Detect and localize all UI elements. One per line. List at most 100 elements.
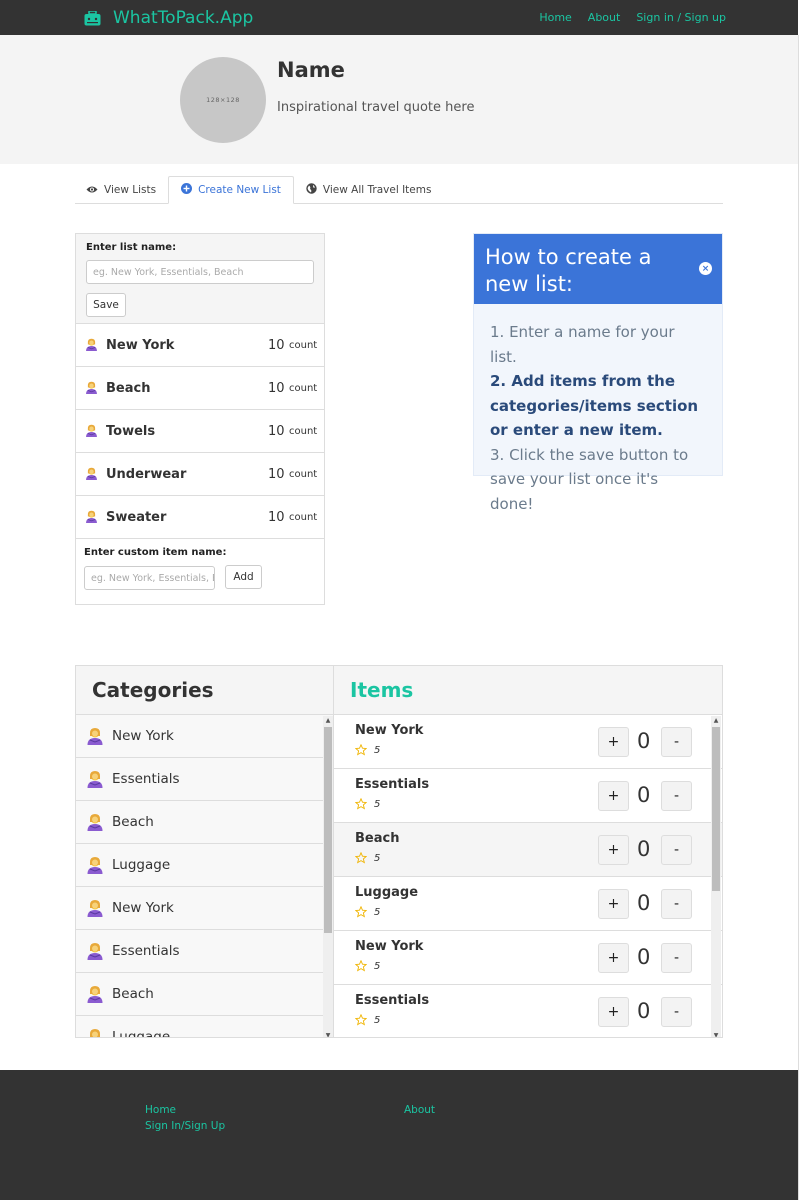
footer: Home Sign In/Sign Up About	[0, 1070, 798, 1200]
custom-item-form: Enter custom item name: eg. New York, Es…	[76, 539, 324, 603]
category-name: Beach	[112, 814, 154, 830]
item-name: Essentials	[355, 993, 430, 1008]
item-quantity: 0	[637, 999, 651, 1023]
item-name: Beach	[355, 831, 400, 846]
category-item[interactable]: Luggage	[76, 844, 333, 887]
increment-button[interactable]: +	[598, 889, 629, 919]
item-quantity: 0	[637, 729, 651, 753]
list-entry[interactable]: Beach 10 count	[76, 367, 324, 410]
item-name: Luggage	[355, 885, 419, 900]
footer-about-link[interactable]: About	[404, 1104, 435, 1116]
increment-button[interactable]: +	[598, 997, 629, 1027]
star-icon	[354, 905, 368, 918]
increment-button[interactable]: +	[598, 727, 629, 757]
decrement-button[interactable]: -	[661, 889, 692, 919]
custom-item-input[interactable]: eg. New York, Essentials, Beach	[84, 566, 215, 590]
decrement-button[interactable]: -	[661, 781, 692, 811]
help-body: 1. Enter a name for your list. 2. Add it…	[474, 304, 722, 516]
category-item[interactable]: Luggage	[76, 1016, 333, 1037]
list-name-form: Enter list name: eg. New York, Essential…	[76, 234, 324, 324]
decrement-button[interactable]: -	[661, 943, 692, 973]
categories-scrollbar[interactable]: ▲ ▼	[323, 716, 333, 1038]
item-row: Beach 5 + 0 -	[334, 823, 722, 877]
tab-view-lists[interactable]: View Lists	[75, 176, 168, 204]
close-icon[interactable]: ×	[699, 262, 712, 275]
increment-button[interactable]: +	[598, 835, 629, 865]
person-icon	[86, 1028, 104, 1037]
nav-home-link[interactable]: Home	[539, 11, 571, 24]
list-entry[interactable]: Towels 10 count	[76, 410, 324, 453]
tab-view-all-travel-items[interactable]: View All Travel Items	[294, 176, 444, 204]
scroll-thumb[interactable]	[712, 727, 720, 891]
item-quantity: 0	[637, 783, 651, 807]
list-entry-name: Towels	[106, 423, 156, 439]
category-name: New York	[112, 900, 174, 916]
person-icon	[85, 338, 98, 351]
star-icon	[354, 797, 368, 810]
scroll-down-icon[interactable]: ▼	[323, 1031, 333, 1038]
list-entry-unit: count	[289, 511, 318, 523]
category-item[interactable]: Beach	[76, 801, 333, 844]
footer-home-link[interactable]: Home	[145, 1104, 176, 1116]
list-entry-count: 10	[268, 337, 285, 353]
items-scrollbar[interactable]: ▲ ▼	[711, 716, 721, 1038]
save-button[interactable]: Save	[86, 293, 126, 317]
item-row: Essentials 5 + 0 -	[334, 985, 722, 1037]
profile-quote: Inspirational travel quote here	[277, 100, 475, 115]
category-item[interactable]: Essentials	[76, 758, 333, 801]
help-card: How to create a new list: × 1. Enter a n…	[473, 233, 723, 513]
star-icon	[354, 1013, 368, 1026]
person-icon	[86, 856, 104, 874]
scroll-up-icon[interactable]: ▲	[711, 716, 721, 724]
tab-label: View All Travel Items	[322, 184, 432, 196]
categories-panel: Categories New York Essentials Beach Lug…	[75, 665, 334, 1038]
nav-signin-link[interactable]: Sign in / Sign up	[636, 11, 726, 24]
scroll-up-icon[interactable]: ▲	[323, 716, 333, 724]
brand[interactable]: WhatToPack.App	[84, 8, 253, 28]
nav-about-link[interactable]: About	[588, 11, 621, 24]
tab-bar: View Lists Create New List View All Trav…	[75, 176, 723, 204]
decrement-button[interactable]: -	[661, 727, 692, 757]
footer-signin-link[interactable]: Sign In/Sign Up	[145, 1120, 225, 1132]
increment-button[interactable]: +	[598, 943, 629, 973]
list-entry[interactable]: Underwear 10 count	[76, 453, 324, 496]
category-item[interactable]: New York	[76, 887, 333, 930]
list-entry-name: Beach	[106, 380, 151, 396]
eye-icon	[86, 184, 98, 197]
item-rating: 5	[374, 1015, 381, 1026]
list-name-label: Enter list name:	[86, 242, 177, 253]
item-row: Essentials 5 + 0 -	[334, 769, 722, 823]
category-item[interactable]: Essentials	[76, 930, 333, 973]
help-step-2: 2. Add items from the categories/items s…	[490, 372, 699, 439]
scroll-down-icon[interactable]: ▼	[711, 1031, 721, 1038]
item-rating: 5	[374, 907, 381, 918]
person-icon	[85, 424, 98, 437]
category-name: Essentials	[112, 943, 180, 959]
tab-label: View Lists	[104, 184, 157, 196]
page-scrollbar[interactable]	[798, 35, 803, 1200]
decrement-button[interactable]: -	[661, 997, 692, 1027]
star-icon	[354, 959, 368, 972]
add-button[interactable]: Add	[225, 565, 262, 589]
item-row: Luggage 5 + 0 -	[334, 877, 722, 931]
list-entry-unit: count	[289, 468, 318, 480]
category-item[interactable]: New York	[76, 715, 333, 758]
person-icon	[85, 381, 98, 394]
person-icon	[86, 942, 104, 960]
tab-create-new-list[interactable]: Create New List	[168, 176, 294, 204]
list-entry-unit: count	[289, 382, 318, 394]
category-item[interactable]: Beach	[76, 973, 333, 1016]
increment-button[interactable]: +	[598, 781, 629, 811]
new-list-panel: Enter list name: eg. New York, Essential…	[75, 233, 325, 605]
list-entry-unit: count	[289, 339, 318, 351]
decrement-button[interactable]: -	[661, 835, 692, 865]
scroll-thumb[interactable]	[324, 727, 332, 933]
list-entry-count: 10	[268, 380, 285, 396]
list-entry-count: 10	[268, 423, 285, 439]
item-quantity: 0	[637, 891, 651, 915]
category-list: New York Essentials Beach Luggage New Yo…	[76, 715, 333, 1037]
items-title: Items	[334, 666, 722, 715]
list-entry[interactable]: Sweater 10 count	[76, 496, 324, 539]
list-name-input[interactable]: eg. New York, Essentials, Beach	[86, 260, 314, 284]
list-entry[interactable]: New York 10 count	[76, 324, 324, 367]
